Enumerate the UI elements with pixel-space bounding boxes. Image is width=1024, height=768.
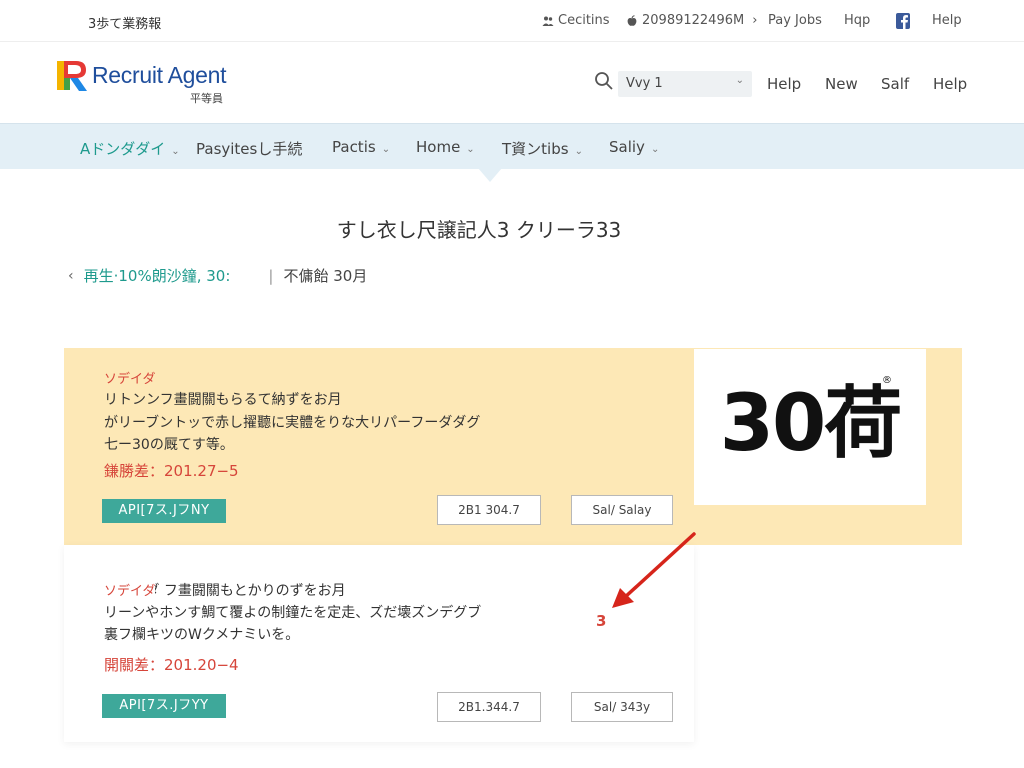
logo-subtitle: 平等員 (190, 92, 223, 105)
util-link-label: Pay Jobs (768, 13, 822, 28)
header-nav-help[interactable]: Help (767, 75, 801, 93)
logo[interactable]: Recruit Agent 平等員 (56, 57, 256, 109)
chevron-down-icon: ⌄ (171, 146, 180, 157)
salary-button[interactable]: Sal/ 343y (571, 692, 673, 722)
job-secondary-button[interactable]: 2В1 304.7 (437, 495, 541, 525)
nav-item-label: Pactis (332, 138, 376, 156)
nav-pointer (478, 168, 502, 182)
chevron-down-icon: ⌄ (381, 144, 391, 155)
nav-item-2[interactable]: Pasyitesし手続 (196, 138, 302, 159)
search-select-value: Vvy 1 (626, 76, 663, 91)
util-link-help[interactable]: Help (932, 13, 962, 28)
apple-icon (627, 14, 637, 26)
chevron-right-icon: › (752, 13, 758, 28)
breadcrumb-current: 不傭飴 30月 (283, 267, 368, 285)
search-select[interactable]: Vvy 1 ⌄ (618, 71, 752, 97)
job-description-line: リトンンフ畫闘關もらるて納ずをお月 (104, 392, 342, 408)
nav-item-saliy[interactable]: Saliy ⌄ (609, 138, 659, 156)
chevron-left-icon[interactable]: ‹ (68, 268, 74, 284)
apply-button[interactable]: API[7ス.JフYY (102, 694, 226, 718)
job-tag: ソデイダ (104, 580, 156, 599)
nav-item-label: Pasyitesし手続 (196, 140, 303, 158)
job-description-line: 七ー30の厩てす等。 (104, 437, 234, 453)
top-utility-bar: 3歩て業務報 Cecitins 20989122496M › Pay Jobs … (0, 0, 1024, 42)
job-description-line: 裏フ欄キツのWクメナミいを。 (104, 627, 300, 643)
nav-item-1[interactable]: Aドンダダイ ⌄ (80, 138, 180, 159)
header-nav-salf[interactable]: Salf (881, 75, 909, 93)
people-icon (542, 16, 554, 26)
job-tag: ソデイダ (104, 372, 156, 387)
header-nav-help-2[interactable]: Help (933, 75, 967, 93)
chevron-down-icon: ⌄ (574, 146, 583, 157)
util-link-cecitins[interactable]: Cecitins (542, 13, 610, 28)
nav-item-label: Home (416, 138, 461, 156)
recruit-logo-icon (57, 61, 87, 91)
apply-button[interactable]: API[7ス.JフNY (102, 499, 226, 523)
logo-text: Recruit Agent (92, 62, 227, 88)
annotation-arrow-icon (612, 532, 696, 608)
job-description-line: リーンやホンす鯛て覆よの制鐘たを定走、ズだ壊ズンデグブ (104, 605, 482, 621)
header-nav-new[interactable]: New (825, 75, 858, 93)
brand-header: Recruit Agent 平等員 Vvy 1 ⌄ Help New Salf … (0, 43, 1024, 123)
facebook-icon[interactable] (896, 13, 910, 29)
breadcrumb-link[interactable]: 再生·10%朗沙鐘, 30: (84, 265, 231, 286)
search-icon[interactable] (594, 71, 614, 91)
nav-item-5[interactable]: T資ンtibs ⌄ (502, 138, 583, 159)
job-secondary-button[interactable]: 2В1.344.7 (437, 692, 541, 722)
registered-mark: ® (882, 375, 892, 386)
util-link-hqp[interactable]: Hqp (844, 13, 870, 28)
job-deadline: 鎌勝差：201.27−5 (104, 462, 239, 480)
salary-button[interactable]: Sal/ Salay (571, 495, 673, 525)
chevron-down-icon: ⌄ (735, 75, 744, 86)
nav-item-label: Aドンダダイ (80, 140, 166, 158)
util-link-pay-jobs[interactable]: Pay Jobs (768, 13, 822, 28)
nav-item-label: Saliy (609, 138, 645, 156)
nav-item-pactis[interactable]: Pactis ⌄ (332, 138, 390, 156)
util-link-phone[interactable]: 20989122496M › (626, 13, 757, 28)
nav-item-home[interactable]: Home ⌄ (416, 138, 475, 156)
breadcrumb: ‹ 再生·10%朗沙鐘, 30: | 不傭飴 30月 (68, 265, 367, 286)
highlight-badge: 30荷 ® (694, 349, 926, 505)
util-link-label: Help (932, 13, 962, 28)
util-link-label: Hqp (844, 13, 871, 28)
job-deadline: 開關差：201.20−4 (104, 656, 239, 674)
chevron-down-icon: ⌄ (466, 144, 475, 155)
chevron-down-icon: ⌄ (650, 144, 660, 155)
util-link-label: Cecitins (558, 13, 610, 28)
page-title: すし衣し尺譲記人3 クリーラ33 (336, 218, 622, 242)
annotation-label: 3 (596, 612, 607, 630)
util-link-label: 20989122496M (642, 13, 745, 28)
main-nav: Aドンダダイ ⌄ Pasyitesし手続 Pactis ⌄ Home ⌄ T資ンtib… (0, 123, 1024, 169)
breadcrumb-separator: | (268, 266, 274, 285)
site-name[interactable]: 3歩て業務報 (88, 13, 161, 32)
job-description-line: がリーブントッで赤し擢聽に実體をりな大リパーフーダダグ (104, 415, 481, 431)
nav-item-label: T資ンtibs (502, 140, 569, 158)
